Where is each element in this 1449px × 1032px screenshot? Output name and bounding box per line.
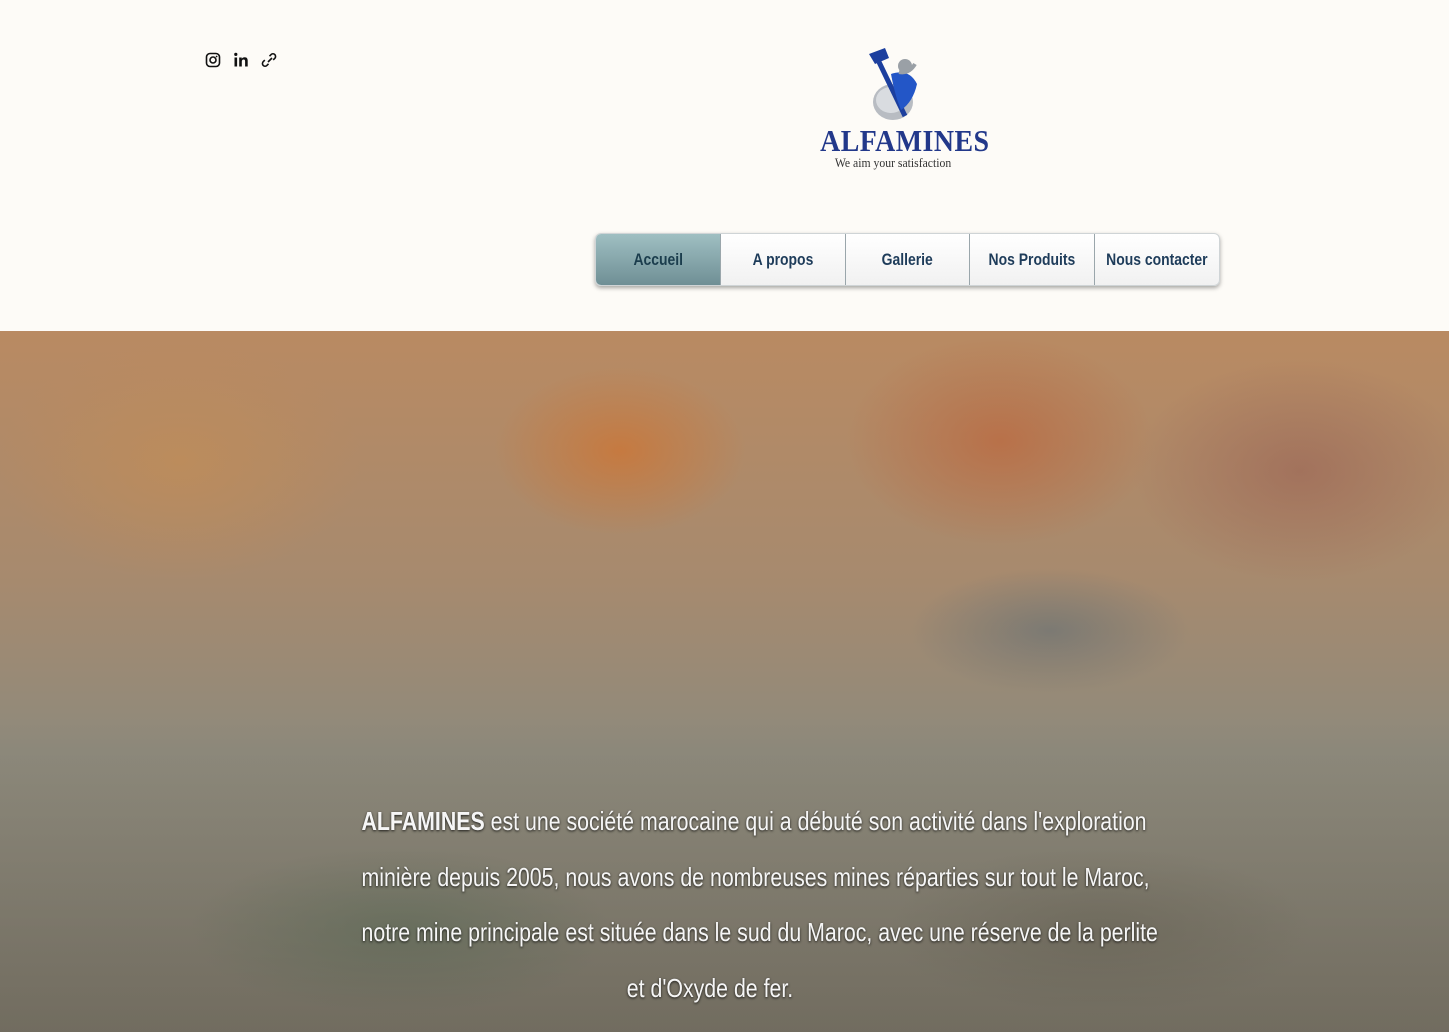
hero-line-2: minière depuis 2005, nous avons de nombr… [361,861,1150,892]
nav-item-a-propos[interactable]: A propos [721,234,846,285]
hero-banner: ALFAMINES est une société marocaine qui … [0,331,1449,1032]
hero-line-3: notre mine principale est située dans le… [361,917,1158,947]
brand-logo[interactable]: ALFAMINES We aim your satisfaction [812,44,990,170]
nav-item-nos-produits[interactable]: Nos Produits [970,234,1096,285]
nav-item-nous-contacter[interactable]: Nous contacter [1095,234,1219,285]
main-nav: Accueil A propos Gallerie Nos Produits N… [595,233,1220,286]
social-links [203,49,279,71]
nav-item-accueil[interactable]: Accueil [596,234,721,285]
hero-brand: ALFAMINES [361,806,485,836]
brand-name: ALFAMINES [820,123,990,158]
nav-item-gallerie[interactable]: Gallerie [846,234,971,285]
instagram-icon[interactable] [203,49,223,71]
hero-line-4: et d'Oxyde de fer. [626,972,794,1003]
hero-line-1: ALFAMINES est une société marocaine qui … [361,806,1147,836]
linkedin-icon[interactable] [231,49,251,71]
miner-logo-icon [869,48,917,120]
site-header: ALFAMINES We aim your satisfaction Accue… [0,0,1449,331]
link-icon[interactable] [259,49,279,71]
hero-description: ALFAMINES est une société marocaine qui … [285,794,1158,1016]
brand-tagline: We aim your satisfaction [834,155,952,170]
